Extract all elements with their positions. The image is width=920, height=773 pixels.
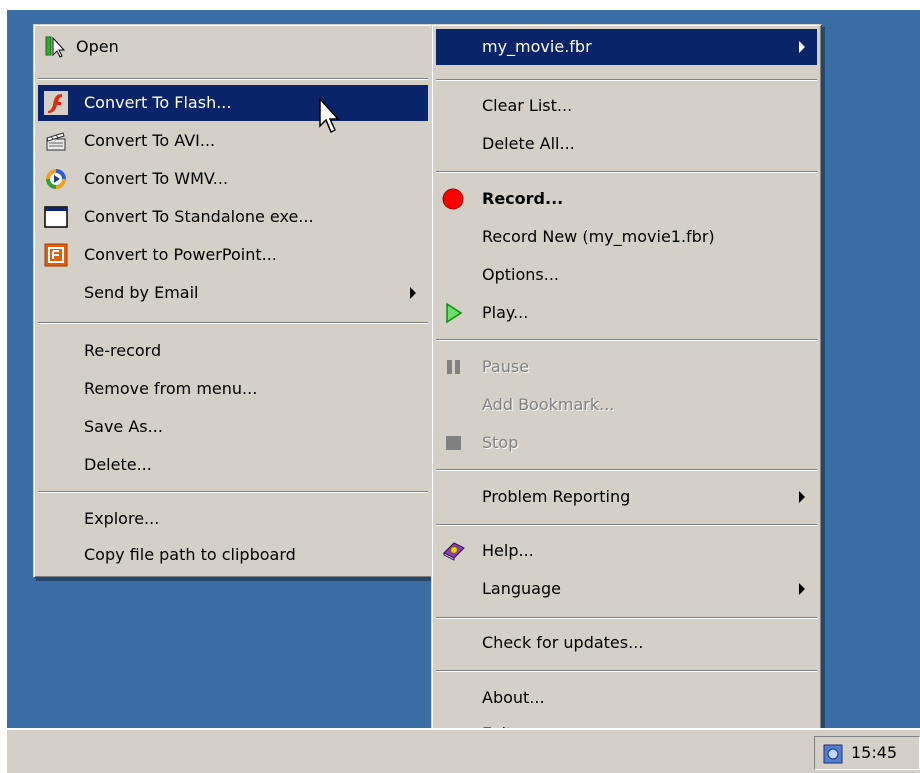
- menu-item-delete-all[interactable]: Delete All...: [436, 126, 817, 162]
- submenu-arrow-icon: [799, 491, 805, 503]
- menu-separator: [436, 79, 817, 81]
- menu-item-label: Copy file path to clipboard: [84, 545, 296, 564]
- menu-item-stop[interactable]: Stop: [436, 425, 817, 461]
- menu-item-language[interactable]: Language: [436, 571, 817, 607]
- menu-item-label: Pause: [482, 357, 530, 376]
- menu-item-help[interactable]: Help...: [436, 533, 817, 569]
- menu-item-convert-avi[interactable]: Convert To AVI...: [38, 123, 428, 159]
- menu-item-problem-reporting[interactable]: Problem Reporting: [436, 479, 817, 515]
- menu-separator: [436, 469, 817, 471]
- menu-item-label: Convert To AVI...: [84, 131, 216, 150]
- open-cursor-icon: [44, 35, 68, 59]
- taskbar: 15:45: [7, 728, 920, 773]
- menu-item-label: Send by Email: [84, 283, 199, 302]
- stop-icon: [442, 431, 466, 455]
- mouse-pointer-icon: [319, 98, 340, 134]
- menu-item-add-bookmark[interactable]: Add Bookmark...: [436, 387, 817, 423]
- menu-separator: [38, 491, 428, 493]
- menu-item-label: Record...: [482, 189, 564, 208]
- menu-item-options[interactable]: Options...: [436, 257, 817, 293]
- menu-separator: [436, 171, 817, 173]
- menu-item-explore[interactable]: Explore...: [38, 501, 428, 537]
- menu-item-label: Convert To WMV...: [84, 169, 229, 188]
- menu-item-label: Remove from menu...: [84, 379, 258, 398]
- menu-item-play[interactable]: Play...: [436, 295, 817, 331]
- recorder-tray-icon[interactable]: [823, 744, 843, 764]
- flash-icon: [44, 91, 68, 115]
- submenu-arrow-icon: [799, 583, 805, 595]
- menu-item-label: Check for updates...: [482, 633, 644, 652]
- menu-item-label: Re-record: [84, 341, 162, 360]
- window-exe-icon: [44, 205, 68, 229]
- menu-separator: [436, 524, 817, 526]
- menu-item-remove-from-menu[interactable]: Remove from menu...: [38, 371, 428, 407]
- menu-item-save-as[interactable]: Save As...: [38, 409, 428, 445]
- menu-item-label: Help...: [482, 541, 534, 560]
- menu-item-convert-wmv[interactable]: Convert To WMV...: [38, 161, 428, 197]
- menu-item-recent-file[interactable]: my_movie.fbr: [436, 29, 817, 65]
- clapperboard-icon: [44, 129, 68, 153]
- menu-item-label: Explore...: [84, 509, 160, 528]
- menu-item-label: my_movie.fbr: [482, 37, 592, 56]
- menu-item-label: Options...: [482, 265, 559, 284]
- menu-item-label: About...: [482, 688, 545, 707]
- menu-item-clear-list[interactable]: Clear List...: [436, 88, 817, 124]
- file-context-menu: Open Convert To Flash... Convert To AVI.…: [33, 24, 433, 578]
- wmv-icon: [44, 167, 68, 191]
- menu-item-label: Add Bookmark...: [482, 395, 615, 414]
- menu-item-label: Play...: [482, 303, 529, 322]
- menu-separator: [38, 78, 428, 80]
- menu-item-label: Language: [482, 579, 561, 598]
- menu-item-label: Record New (my_movie1.fbr): [482, 227, 715, 246]
- menu-item-label: Delete All...: [482, 134, 575, 153]
- menu-item-check-updates[interactable]: Check for updates...: [436, 625, 817, 661]
- menu-item-record[interactable]: Record...: [436, 181, 817, 217]
- pause-icon: [442, 355, 466, 379]
- menu-item-label: Convert To Standalone exe...: [84, 207, 314, 226]
- submenu-arrow-icon: [410, 287, 416, 299]
- menu-item-label: Delete...: [84, 455, 152, 474]
- menu-item-open[interactable]: Open: [38, 29, 428, 65]
- menu-item-label: Save As...: [84, 417, 163, 436]
- menu-separator: [436, 670, 817, 672]
- menu-item-re-record[interactable]: Re-record: [38, 333, 428, 369]
- menu-separator: [436, 339, 817, 341]
- menu-item-label: Stop: [482, 433, 519, 452]
- submenu-arrow-icon: [799, 41, 805, 53]
- menu-item-delete[interactable]: Delete...: [38, 447, 428, 483]
- menu-item-copy-path[interactable]: Copy file path to clipboard: [38, 537, 428, 573]
- help-book-icon: [442, 539, 466, 563]
- menu-item-pause[interactable]: Pause: [436, 349, 817, 385]
- menu-item-convert-exe[interactable]: Convert To Standalone exe...: [38, 199, 428, 235]
- tray-context-menu: my_movie.fbr Clear List... Delete All...…: [431, 24, 822, 759]
- clock[interactable]: 15:45: [851, 743, 897, 762]
- powerpoint-icon: [44, 243, 68, 267]
- menu-item-send-email[interactable]: Send by Email: [38, 275, 428, 311]
- menu-item-convert-powerpoint[interactable]: Convert to PowerPoint...: [38, 237, 428, 273]
- menu-item-about[interactable]: About...: [436, 680, 817, 716]
- menu-item-label: Convert to PowerPoint...: [84, 245, 277, 264]
- menu-item-label: Problem Reporting: [482, 487, 631, 506]
- menu-item-convert-flash[interactable]: Convert To Flash...: [38, 85, 428, 121]
- menu-item-label: Convert To Flash...: [84, 93, 232, 112]
- menu-separator: [38, 322, 428, 324]
- menu-item-record-new[interactable]: Record New (my_movie1.fbr): [436, 219, 817, 255]
- menu-item-label: Open: [76, 37, 119, 56]
- menu-separator: [436, 617, 817, 619]
- play-icon: [442, 301, 466, 325]
- system-tray: 15:45: [814, 736, 920, 770]
- menu-item-label: Clear List...: [482, 96, 573, 115]
- record-icon: [442, 187, 466, 211]
